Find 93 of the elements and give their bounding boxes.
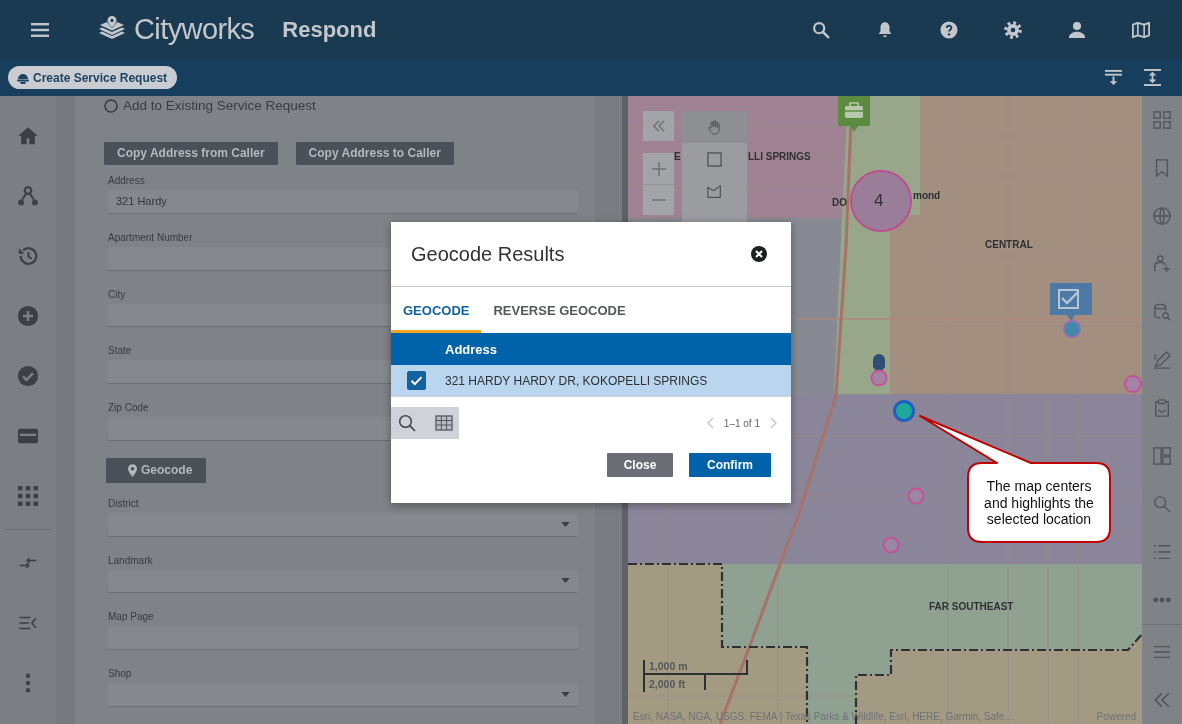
cluster-count: 4 <box>874 191 884 211</box>
pan-tool-button[interactable] <box>682 111 747 143</box>
checkbox[interactable] <box>407 371 426 390</box>
close-icon[interactable] <box>751 246 767 262</box>
point-marker[interactable] <box>882 536 900 554</box>
square-icon <box>707 151 722 167</box>
list-icon[interactable] <box>1153 543 1171 561</box>
pagination-label: 1–1 of 1 <box>723 417 760 429</box>
product-name: Respond <box>282 16 377 43</box>
pencil-icon[interactable] <box>1153 351 1171 369</box>
field-label: Apartment Number <box>108 230 193 245</box>
polygon-icon <box>707 183 722 199</box>
text-field[interactable]: 321 Hardy <box>108 189 578 214</box>
hand-icon <box>707 119 722 135</box>
menu-icon[interactable] <box>31 20 49 39</box>
help-icon[interactable] <box>940 20 958 39</box>
bookmark-icon[interactable] <box>1153 159 1171 177</box>
tiles-icon[interactable] <box>1153 111 1171 129</box>
user-icon[interactable] <box>1068 20 1086 39</box>
more-vertical-icon[interactable] <box>25 673 31 693</box>
create-service-request-button[interactable]: Create Service Request <box>8 66 178 89</box>
collapse-button[interactable] <box>643 111 674 141</box>
home-icon[interactable] <box>17 125 39 147</box>
field-label: State <box>108 344 132 359</box>
map-icon[interactable] <box>1132 20 1150 39</box>
field-label: Shop <box>108 667 132 682</box>
table-row[interactable]: 321 HARDY HARDY DR, KOKOPELLI SPRINGS <box>391 365 791 397</box>
dialog-title: Geocode Results <box>411 242 565 266</box>
field-label: Zip Code <box>108 401 149 416</box>
database-search-icon[interactable] <box>1153 303 1171 321</box>
arrows-icon[interactable] <box>18 556 38 570</box>
globe-icon[interactable] <box>1153 207 1171 225</box>
caret-icon <box>561 521 570 527</box>
plus-icon[interactable] <box>651 161 666 176</box>
radio-icon[interactable] <box>104 98 118 113</box>
search-icon[interactable] <box>812 20 830 39</box>
point-marker[interactable] <box>907 487 925 505</box>
callout-text: The map centers and highlights the selected location <box>983 478 1095 528</box>
caret-icon <box>561 578 570 584</box>
map-label: DO <box>832 197 847 209</box>
pin-icon <box>128 463 137 477</box>
map-label: E <box>674 151 681 163</box>
briefcase-marker[interactable] <box>838 96 870 132</box>
layout-icon[interactable] <box>1153 447 1171 465</box>
helmet-icon <box>17 71 29 84</box>
logo-text: Cityworks <box>134 13 255 46</box>
plus-circle-icon[interactable] <box>17 305 39 327</box>
table-cell: 321 HARDY HARDY DR, KOKOPELLI SPRINGS <box>445 373 708 388</box>
map-label: LLI SPRINGS <box>748 151 811 163</box>
map-label: FAR SOUTHEAST <box>929 601 1014 613</box>
grid-icon[interactable] <box>17 485 39 507</box>
double-chevron-icon[interactable] <box>1153 691 1171 709</box>
settings-icon[interactable] <box>1004 20 1022 39</box>
field-label: Landmark <box>108 553 153 568</box>
field-label: Map Page <box>108 610 154 625</box>
person-plus-icon[interactable] <box>1153 255 1171 273</box>
radio-label[interactable]: Add to Existing Service Request <box>123 98 316 114</box>
cluster-marker[interactable] <box>850 170 912 232</box>
point-marker[interactable] <box>1124 375 1142 393</box>
task-marker[interactable] <box>1050 283 1092 321</box>
point-marker[interactable] <box>870 369 888 387</box>
scale-label: 2,000 ft <box>649 678 686 691</box>
search-icon[interactable] <box>398 414 416 432</box>
dropdown-field[interactable] <box>108 512 578 537</box>
copy-address-button[interactable]: Copy Address from Caller <box>104 141 278 165</box>
dropdown-field[interactable] <box>108 683 578 707</box>
tab[interactable]: REVERSE GEOCODE <box>481 287 638 333</box>
table-icon[interactable] <box>435 414 453 432</box>
bell-icon[interactable] <box>876 20 894 39</box>
dropdown-field[interactable] <box>108 569 578 594</box>
network-icon[interactable] <box>17 185 39 207</box>
map-label: CENTRAL <box>985 239 1033 251</box>
caret-icon <box>561 692 570 698</box>
close-button[interactable]: Close <box>607 453 673 477</box>
point-marker[interactable] <box>1063 320 1081 338</box>
confirm-button[interactable]: Confirm <box>689 453 771 477</box>
arrows-between-lines-icon[interactable] <box>1144 69 1161 86</box>
check-circle-icon[interactable] <box>17 365 39 387</box>
list-collapse-icon[interactable] <box>18 616 38 630</box>
field-label: Address <box>108 173 145 188</box>
history-icon[interactable] <box>17 245 39 267</box>
arrow-down-lines-icon[interactable] <box>1105 69 1122 86</box>
field-label: City <box>108 287 126 302</box>
double-chevron-icon <box>651 119 666 133</box>
column-header[interactable]: Address <box>445 341 498 357</box>
copy-address-button[interactable]: Copy Address to Caller <box>295 141 454 165</box>
scale-label: 1,000 m <box>649 660 688 673</box>
menu-lines-icon[interactable] <box>1153 643 1171 661</box>
map-label: mond <box>913 190 941 202</box>
field-label: District <box>108 496 139 511</box>
geocode-button[interactable]: Geocode <box>106 457 207 483</box>
text-field[interactable] <box>108 626 578 651</box>
clipboard-icon[interactable] <box>1153 399 1171 417</box>
